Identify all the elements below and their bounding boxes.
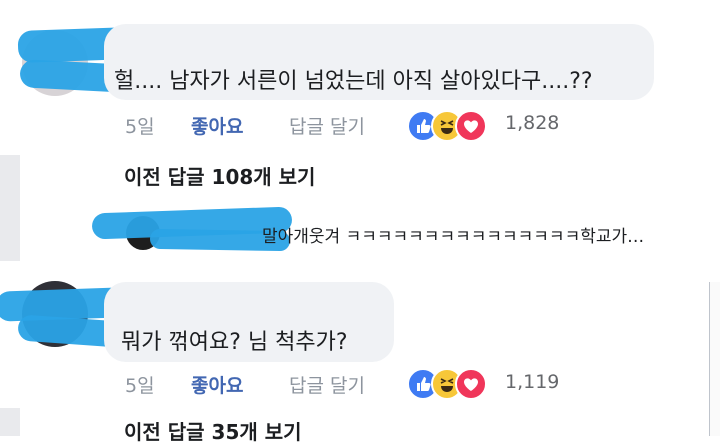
- thread-line: [0, 155, 20, 261]
- like-button[interactable]: 좋아요: [191, 112, 243, 139]
- scrollbar[interactable]: [709, 282, 720, 436]
- comment-time[interactable]: 5일: [125, 112, 155, 139]
- comment-bubble[interactable]: 헐.... 남자가 서른이 넘었는데 아직 살아있다구....??: [104, 24, 654, 100]
- thread-line: [0, 408, 20, 436]
- reply-button[interactable]: 답글 달기: [289, 112, 365, 139]
- reaction-count[interactable]: 1,828: [505, 112, 559, 134]
- love-icon: [455, 110, 487, 142]
- comment-text: 뭐가 꺾여요? 님 척추가?: [121, 330, 348, 355]
- comment-text: 헐.... 남자가 서른이 넘었는데 아직 살아있다구....??: [114, 69, 593, 94]
- comment-bubble[interactable]: 뭐가 꺾여요? 님 척추가?: [104, 282, 394, 362]
- reaction-summary[interactable]: [407, 368, 495, 400]
- view-previous-replies-link[interactable]: 이전 답글 35개 보기: [124, 416, 302, 445]
- love-icon: [455, 368, 487, 400]
- reply-preview-text[interactable]: 말아개웃겨 ㅋㅋㅋㅋㅋㅋㅋㅋㅋㅋㅋㅋㅋㅋㅋ학교가…: [262, 222, 644, 247]
- reply-button[interactable]: 답글 달기: [289, 371, 365, 398]
- reaction-summary[interactable]: [407, 110, 495, 142]
- reaction-count[interactable]: 1,119: [505, 371, 559, 393]
- comment-time[interactable]: 5일: [125, 371, 155, 398]
- like-button[interactable]: 좋아요: [191, 371, 243, 398]
- view-previous-replies-link[interactable]: 이전 답글 108개 보기: [124, 161, 315, 190]
